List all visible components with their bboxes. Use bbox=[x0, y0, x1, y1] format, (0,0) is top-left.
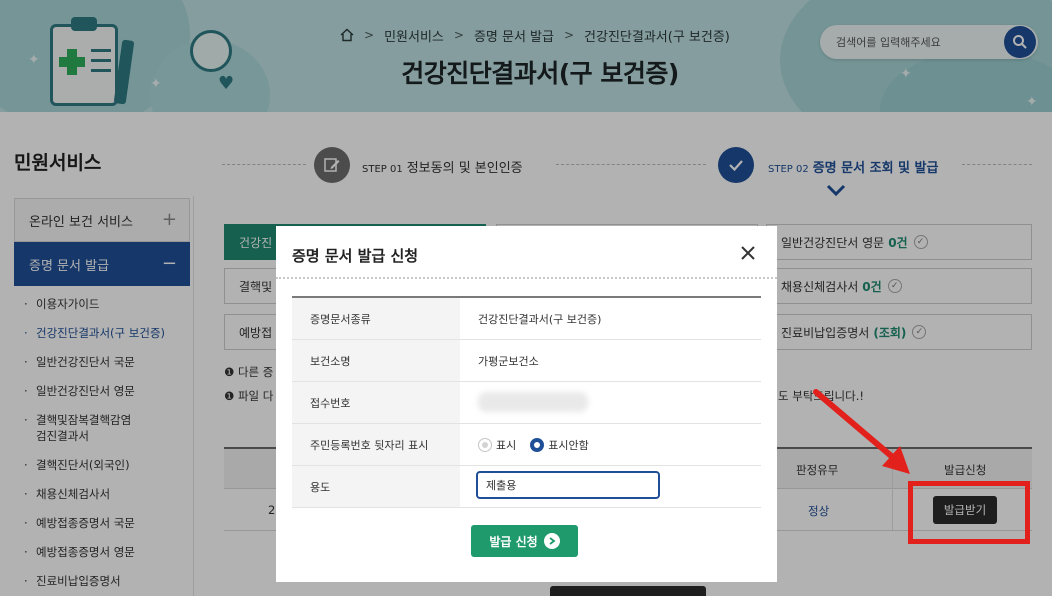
form-row-document-type: 증명문서종류 건강진단결과서(구 보건증) bbox=[292, 298, 761, 340]
field-value: 가평군보건소 bbox=[478, 354, 539, 368]
radio-unchecked-icon bbox=[478, 437, 492, 452]
form-row-purpose: 용도 bbox=[292, 466, 761, 508]
field-label: 보건소명 bbox=[292, 340, 460, 381]
field-label: 주민등록번호 뒷자리 표시 bbox=[292, 424, 460, 465]
annotation-arrow-icon bbox=[813, 389, 910, 474]
arrow-right-icon bbox=[543, 533, 560, 549]
close-icon bbox=[741, 246, 755, 260]
divider bbox=[276, 277, 777, 279]
radio-hide[interactable]: 표시안함 bbox=[530, 437, 589, 453]
form-row-receipt-number: 접수번호 bbox=[292, 382, 761, 424]
redacted-value bbox=[478, 392, 588, 412]
radio-group: 표시 표시안함 bbox=[478, 424, 603, 465]
annotation-highlight-box bbox=[908, 481, 1030, 544]
radio-show[interactable]: 표시 bbox=[478, 437, 516, 453]
field-value: 건강진단결과서(구 보건증) bbox=[478, 312, 602, 326]
modal-title: 증명 문서 발급 신청 bbox=[292, 247, 419, 265]
field-label: 용도 bbox=[292, 466, 460, 507]
submit-issue-button[interactable]: 발급 신청 bbox=[471, 525, 578, 557]
radio-checked-icon bbox=[530, 437, 545, 452]
field-label: 접수번호 bbox=[292, 382, 460, 423]
form-row-health-center: 보건소명 가평군보건소 bbox=[292, 340, 761, 382]
purpose-input[interactable] bbox=[476, 471, 660, 499]
field-label: 증명문서종류 bbox=[292, 298, 460, 339]
close-button[interactable] bbox=[737, 242, 759, 264]
issue-request-modal: 증명 문서 발급 신청 증명문서종류 건강진단결과서(구 보건증) 보건소명 가… bbox=[276, 226, 777, 582]
form-row-id-display: 주민등록번호 뒷자리 표시 표시 표시안함 bbox=[292, 424, 761, 466]
